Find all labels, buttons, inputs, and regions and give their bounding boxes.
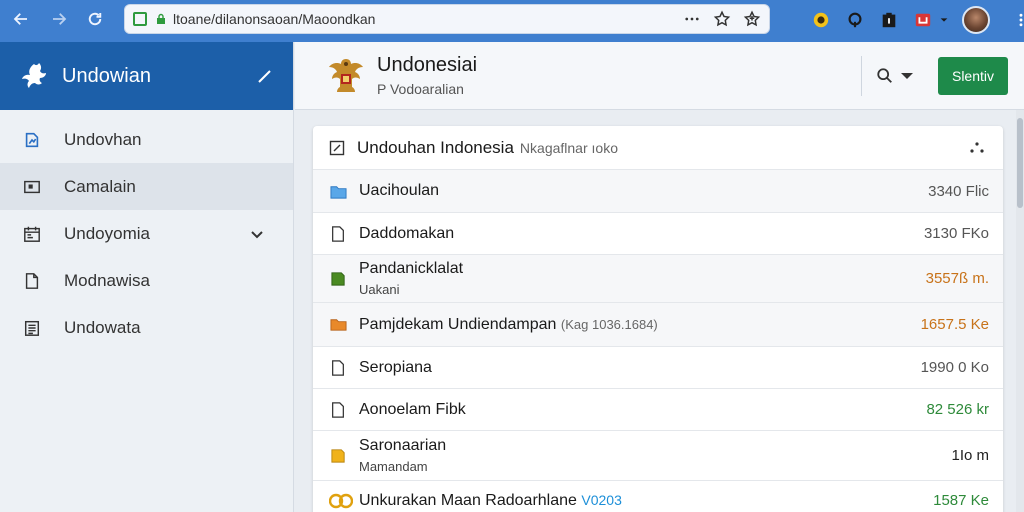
chart-doc-icon [22,130,42,150]
item-name: Uacihoulan [359,182,440,199]
sidebar-item-label: Modnawisa [64,270,150,290]
sidebar: Undowian Undovhan Camalain Undoyomia Mod… [0,42,294,512]
page-header: Undonesiai P Vodoaralian Slentiv [295,42,1024,110]
extension-yellow-icon[interactable] [810,9,832,31]
lock-icon [157,13,165,24]
item-name: Aonoelam Fibk [359,400,466,418]
list-item[interactable]: Pandanicklalat Uakani 3557ß m. [313,255,1003,303]
list-item[interactable]: Daddomakan 3130 FKo [313,213,1003,255]
folder-orange-icon [329,316,347,334]
item-size: 1990 0 Ko [920,359,989,376]
extension-shield-icon[interactable] [844,9,866,31]
back-icon[interactable] [6,4,36,34]
avatar[interactable] [962,6,990,34]
header-divider [861,55,862,96]
sidebar-item-label: Undoyomia [64,223,150,243]
item-size: 1Io m [951,447,989,464]
item-name: Unkurakan Maan Radoarhlane [359,491,577,509]
item-size: 1587 Ke [933,492,989,509]
card-title: Undouhan Indonesia [357,137,514,157]
chevron-down-icon[interactable] [249,226,265,242]
item-size: 82 526 kr [926,401,989,418]
list-item[interactable]: Unkurakan Maan Radoarhlane V0203 1587 Ke [313,481,1003,512]
card-header: Undouhan Indonesia Nkagaflnar ıoko [313,126,1003,170]
sidebar-title: Undowian [62,64,151,87]
more-icon[interactable] [683,10,701,28]
page-title: Undonesiai [377,54,478,76]
sidebar-item-label: Undovhan [64,129,142,149]
folder-green-icon [329,270,347,288]
caret-down-icon [901,72,913,79]
extension-red-icon[interactable] [912,9,934,31]
app-logo-icon [22,63,46,88]
doc-icon [329,359,347,377]
item-size: 3557ß m. [925,270,989,287]
list-item[interactable]: Aonoelam Fibk 82 526 kr [313,389,1003,431]
sidebar-item-label: Camalain [64,176,136,196]
item-name: Pandanicklalat [359,260,464,277]
sidebar-header: Undowian [0,42,293,110]
folder-blue-icon [329,182,347,200]
main-scrollbar[interactable] [1016,110,1024,512]
item-meta: (Kag 1036.1684) [560,316,658,332]
sidebar-item-camalain[interactable]: Camalain [0,163,293,210]
edit-icon[interactable] [255,66,275,86]
sidebar-item-label: Undowata [64,317,141,337]
scrollbar-thumb[interactable] [1017,118,1023,208]
bookmark-star-icon[interactable] [713,10,731,28]
item-name: Daddomakan [359,224,455,242]
reload-icon[interactable] [80,4,110,34]
extension-clipboard-icon[interactable] [878,9,900,31]
card-icon [22,177,42,197]
url-text[interactable]: ltoane/dilanonsaoan/Maoondkan [173,11,683,27]
co-badge-icon [329,492,353,510]
item-size: 3340 Flic [928,182,989,200]
page-subtitle: P Vodoaralian [377,81,464,97]
calendar-icon [22,224,42,244]
list-item[interactable]: Uacihoulan 3340 Flic [313,170,1003,213]
forward-icon[interactable] [44,4,74,34]
card-meta: Nkagaflnar ıoko [519,139,618,156]
search-button[interactable] [876,67,916,85]
doc-icon [329,225,347,243]
sidebar-item-undowata[interactable]: Undowata [0,304,293,351]
checkbox-edit-icon[interactable] [329,140,345,156]
list-item[interactable]: Saronaarian Mamandam 1Io m [313,431,1003,481]
folder-yellow-icon [329,447,347,465]
item-name: Pamjdekam Undiendampan [359,315,557,333]
doc-icon [329,401,347,419]
tab-icon [133,12,147,26]
download-list-card: Undouhan Indonesia Nkagaflnar ıoko Uacih… [313,126,1003,512]
list-item[interactable]: Pamjdekam Undiendampan (Kag 1036.1684) 1… [313,303,1003,347]
more-options-icon[interactable] [967,138,987,158]
reading-list-icon[interactable] [743,10,761,28]
list-item[interactable]: Seropiana 1990 0 Ko [313,347,1003,389]
version-link[interactable]: V0203 [581,492,621,508]
menu-icon[interactable] [1010,9,1024,31]
item-name: Saronaarian [359,437,447,454]
address-bar[interactable]: ltoane/dilanonsaoan/Maoondkan [124,4,770,34]
chevron-down-icon[interactable] [938,9,950,31]
item-size: 3130 FKo [923,225,989,242]
sidebar-item-undovhan[interactable]: Undovhan [0,116,293,163]
list-doc-icon [22,318,42,338]
item-subtitle: Mamandam [359,459,428,474]
page-icon [22,271,42,291]
item-name: Seropiana [359,358,432,376]
primary-action-button[interactable]: Slentiv [938,56,1008,95]
sidebar-item-modnawisa[interactable]: Modnawisa [0,257,293,304]
item-size: 1657.5 Ke [920,316,989,333]
sidebar-item-undoyomia[interactable]: Undoyomia [0,210,293,257]
item-subtitle: Uakani [359,282,400,297]
garuda-emblem-icon [329,58,363,92]
search-icon [877,67,892,83]
browser-toolbar: ltoane/dilanonsaoan/Maoondkan [0,0,1024,42]
